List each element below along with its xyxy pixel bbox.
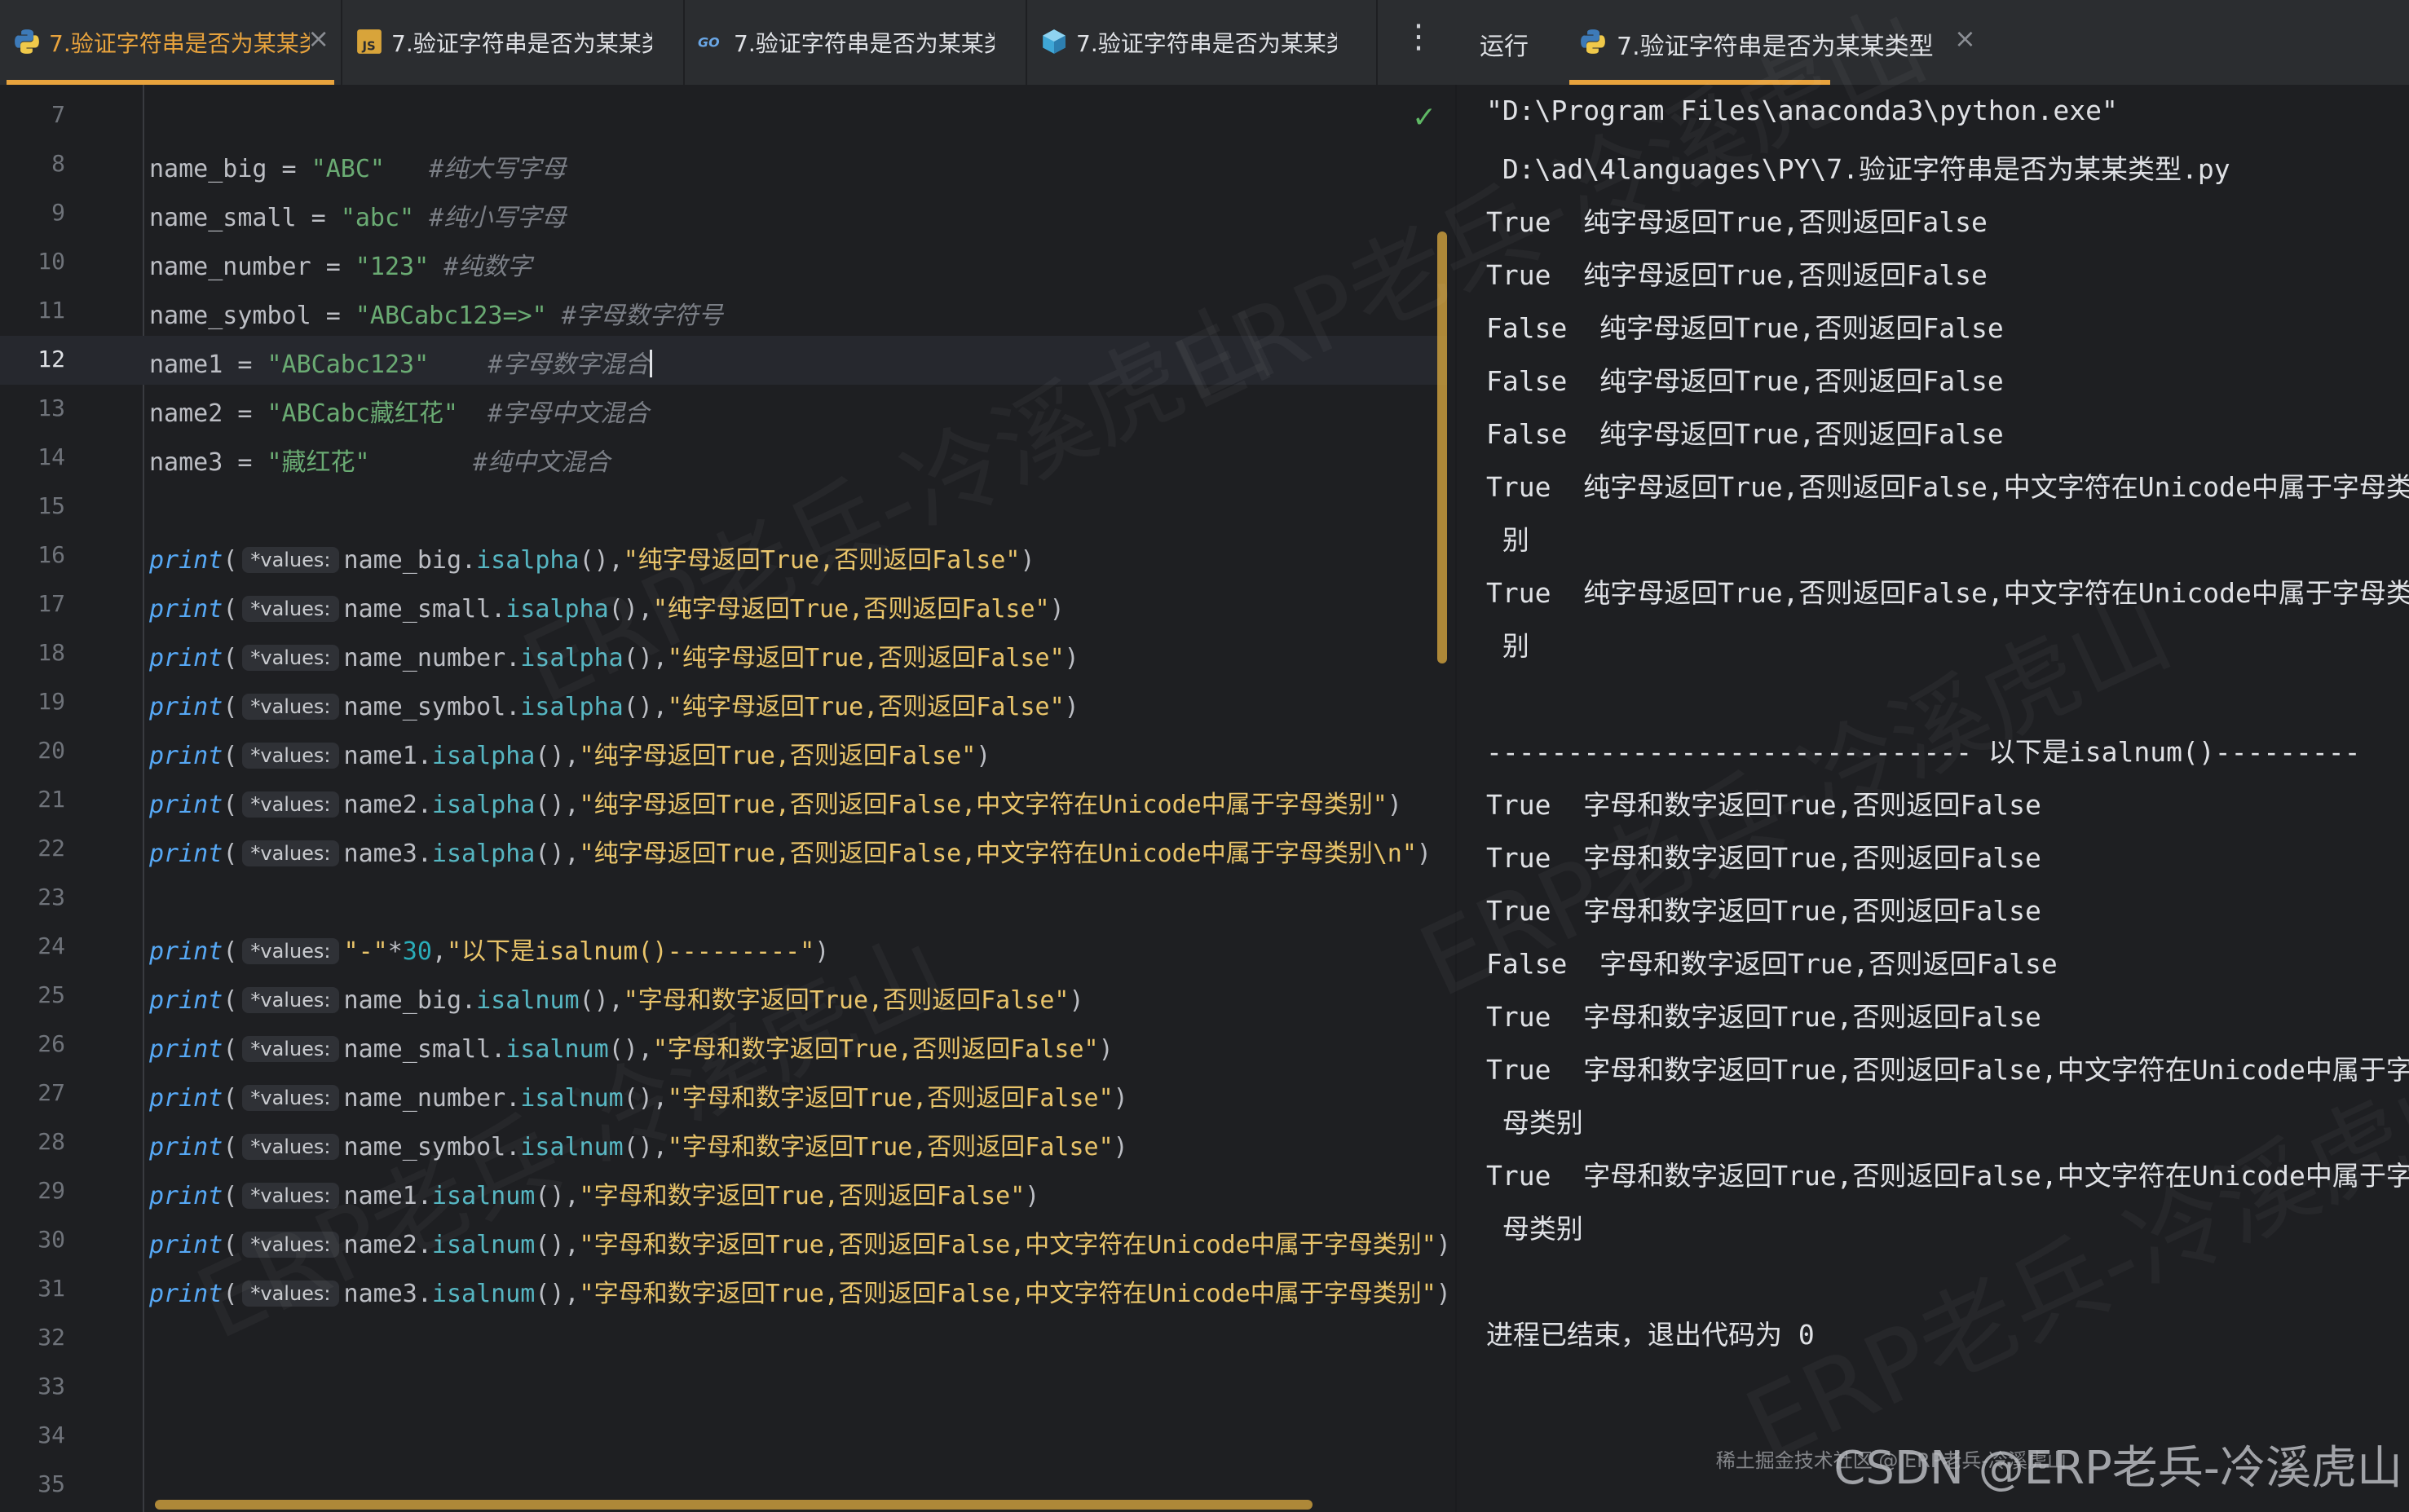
console-line: True 字母和数字返回True,否则返回False,中文字符在Unicode中… xyxy=(1486,1054,2409,1086)
inlay-hint: *values: xyxy=(242,987,339,1013)
code-text: name_big = "ABC" #纯大写字母 xyxy=(149,155,567,183)
inlay-hint: *values: xyxy=(242,547,339,573)
line-number[interactable]: 15 xyxy=(0,492,65,519)
editor-tab-bar: 7.验证字符串是否为某某类型 × JS 7.验证字符串是否为某某类型 GO 7.… xyxy=(0,0,1455,86)
line-number[interactable]: 17 xyxy=(0,590,65,617)
code-line[interactable]: 9 name_small = "abc" #纯小写字母 xyxy=(0,189,1447,238)
cube-icon xyxy=(1043,29,1066,54)
python-icon xyxy=(1581,29,1605,54)
javascript-icon: JS xyxy=(357,29,382,54)
code-text: name_small = "abc" #纯小写字母 xyxy=(149,204,567,232)
code-line[interactable]: 24 print(*values: "-"*30,"以下是isalnum()----… xyxy=(0,923,1447,972)
inspection-ok-icon[interactable]: ✓ xyxy=(1412,101,1436,134)
inlay-hint: *values: xyxy=(242,1134,339,1160)
code-line[interactable]: 22 print(*values: name3.isalpha(),"纯字母返回Tr… xyxy=(0,825,1447,874)
code-text: print(*values: name2.isalpha(),"纯字母返回True… xyxy=(149,791,1402,819)
line-number[interactable]: 19 xyxy=(0,688,65,715)
line-number[interactable]: 10 xyxy=(0,248,65,275)
code-text: print(*values: name3.isalpha(),"纯字母返回True… xyxy=(149,840,1432,868)
code-line[interactable]: 29 print(*values: name1.isalnum(),"字母和数字返回… xyxy=(0,1167,1447,1216)
line-number[interactable]: 8 xyxy=(0,150,65,177)
console-line: False 纯字母返回True,否则返回False xyxy=(1486,365,2004,397)
line-number[interactable]: 27 xyxy=(0,1079,65,1106)
line-number[interactable]: 13 xyxy=(0,395,65,421)
inlay-hint: *values: xyxy=(242,596,339,622)
inlay-hint: *values: xyxy=(242,840,339,866)
console-line: True 字母和数字返回True,否则返回False xyxy=(1486,1001,2041,1033)
text-caret xyxy=(649,350,652,377)
editor-tab-label: 7.验证字符串是否为某某类型 xyxy=(49,30,310,57)
code-text: name2 = "ABCabc藏红花" #字母中文混合 xyxy=(149,399,650,428)
close-icon[interactable]: × xyxy=(307,23,329,54)
line-number[interactable]: 25 xyxy=(0,981,65,1008)
line-number[interactable]: 30 xyxy=(0,1226,65,1253)
line-number[interactable]: 31 xyxy=(0,1275,65,1302)
svg-text:JS: JS xyxy=(362,39,376,54)
inlay-hint: *values: xyxy=(242,1085,339,1111)
horizontal-scrollbar[interactable] xyxy=(155,1500,1313,1510)
console-line: True 纯字母返回True,否则返回False xyxy=(1486,259,1988,291)
code-line[interactable]: 23 xyxy=(0,874,1447,923)
editor-tab-python[interactable]: 7.验证字符串是否为某某类型 × xyxy=(0,0,342,85)
code-line[interactable]: 33 xyxy=(0,1363,1447,1412)
line-number[interactable]: 14 xyxy=(0,443,65,470)
line-number[interactable]: 29 xyxy=(0,1177,65,1204)
code-line[interactable]: 20 print(*values: name1.isalpha(),"纯字母返回Tr… xyxy=(0,727,1447,776)
editor-tab-label: 7.验证字符串是否为某某类型 xyxy=(1076,30,1337,57)
line-number[interactable]: 24 xyxy=(0,932,65,959)
code-line[interactable]: 34 xyxy=(0,1412,1447,1461)
code-text: name_symbol = "ABCabc123=>" #字母数字符号 xyxy=(149,302,723,330)
code-text: name_number = "123" #纯数字 xyxy=(149,253,532,281)
line-number[interactable]: 32 xyxy=(0,1324,65,1351)
line-number[interactable]: 7 xyxy=(0,101,65,128)
line-number[interactable]: 18 xyxy=(0,639,65,666)
code-text: name3 = "藏红花" #纯中文混合 xyxy=(149,448,611,477)
line-number[interactable]: 12 xyxy=(0,346,65,372)
code-line[interactable]: 14 name3 = "藏红花" #纯中文混合 xyxy=(0,434,1447,483)
editor-tab-cube[interactable]: 7.验证字符串是否为某某类型 xyxy=(1027,0,1378,85)
console-line: True 纯字母返回True,否则返回False,中文字符在Unicode中属于… xyxy=(1486,577,2409,609)
inlay-hint: *values: xyxy=(242,938,339,964)
console-line: True 纯字母返回True,否则返回False,中文字符在Unicode中属于… xyxy=(1486,471,2409,503)
line-number[interactable]: 23 xyxy=(0,884,65,910)
more-tabs-icon[interactable]: ⋮ xyxy=(1402,18,1435,55)
go-icon: GO xyxy=(698,34,720,50)
line-number[interactable]: 26 xyxy=(0,1030,65,1057)
console-line: False 纯字母返回True,否则返回False xyxy=(1486,418,2004,450)
editor-tab-label: 7.验证字符串是否为某某类型 xyxy=(734,30,995,57)
line-number[interactable]: 11 xyxy=(0,297,65,324)
line-number[interactable]: 20 xyxy=(0,737,65,764)
line-number[interactable]: 22 xyxy=(0,835,65,862)
code-line[interactable]: 19 print(*values: name_symbol.isalpha(),"纯… xyxy=(0,678,1447,727)
close-icon[interactable]: × xyxy=(1954,23,1976,54)
line-number[interactable]: 35 xyxy=(0,1470,65,1497)
python-icon xyxy=(15,29,39,54)
svg-text:GO: GO xyxy=(698,34,720,50)
run-panel-title: 运行 xyxy=(1480,33,1529,61)
editor-tab-go[interactable]: GO 7.验证字符串是否为某某类型 xyxy=(685,0,1027,85)
line-number[interactable]: 28 xyxy=(0,1128,65,1155)
code-text: print(*values: name1.isalpha(),"纯字母返回True… xyxy=(149,742,991,770)
code-line[interactable]: 8 name_big = "ABC" #纯大写字母 xyxy=(0,140,1447,189)
console-line: False 纯字母返回True,否则返回False xyxy=(1486,312,2004,344)
line-number[interactable]: 9 xyxy=(0,199,65,226)
inlay-hint: *values: xyxy=(242,694,339,720)
line-number[interactable]: 33 xyxy=(0,1373,65,1400)
watermark-csdn: CSDN @ERP老兵-冷溪虎山 xyxy=(1833,1442,2402,1495)
inlay-hint: *values: xyxy=(242,791,339,818)
line-number[interactable]: 34 xyxy=(0,1422,65,1448)
code-text: print(*values: "-"*30,"以下是isalnum()------… xyxy=(149,937,830,966)
inlay-hint: *values: xyxy=(242,645,339,671)
line-number[interactable]: 16 xyxy=(0,541,65,568)
code-text: name1 = "ABCabc123" #字母数字混合 xyxy=(149,344,652,380)
editor-tab-javascript[interactable]: JS 7.验证字符串是否为某某类型 xyxy=(342,0,685,85)
editor-tab-label: 7.验证字符串是否为某某类型 xyxy=(391,30,652,57)
console-line: 别 xyxy=(1486,524,1529,556)
inlay-hint: *values: xyxy=(242,1036,339,1062)
code-line[interactable]: 21 print(*values: name2.isalpha(),"纯字母返回Tr… xyxy=(0,776,1447,825)
console-line: False 字母和数字返回True,否则返回False xyxy=(1486,948,2058,980)
code-line[interactable]: 7 xyxy=(0,91,1447,140)
inlay-hint: *values: xyxy=(242,743,339,769)
line-number[interactable]: 21 xyxy=(0,786,65,813)
